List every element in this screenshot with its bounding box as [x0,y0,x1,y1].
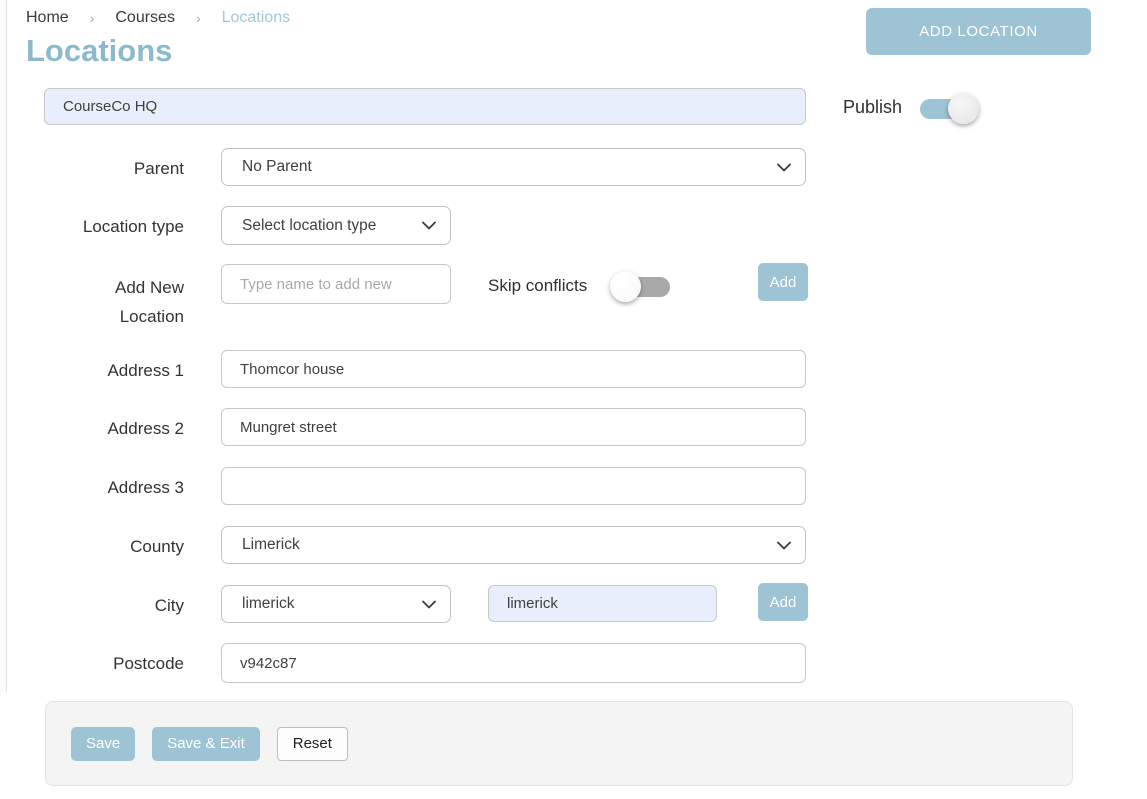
parent-select-value: No Parent [242,158,312,176]
location-type-label: Location type [0,217,184,237]
postcode-label: Postcode [0,654,184,674]
city-add-button[interactable]: Add [758,583,808,621]
parent-select[interactable]: No Parent [221,148,806,186]
chevron-right-icon: › [196,10,201,26]
page-title: Locations [26,33,172,69]
breadcrumb: Home › Courses › Locations [26,9,290,27]
publish-toggle[interactable] [920,99,974,119]
save-button[interactable]: Save [71,727,135,761]
address-1-label: Address 1 [0,361,184,381]
save-and-exit-button[interactable]: Save & Exit [152,727,260,761]
chevron-down-icon [422,600,436,609]
chevron-right-icon: › [90,10,95,26]
address-3-input[interactable] [221,467,806,505]
skip-conflicts-label: Skip conflicts [488,276,587,296]
breadcrumb-courses[interactable]: Courses [115,9,175,27]
reset-button[interactable]: Reset [277,727,348,761]
chevron-down-icon [777,541,791,550]
county-select-value: Limerick [242,536,300,554]
chevron-down-icon [777,163,791,172]
add-location-button[interactable]: ADD LOCATION [866,8,1091,55]
county-label: County [0,537,184,557]
location-type-select[interactable]: Select location type [221,206,451,245]
locations-page: Home › Courses › Locations Locations ADD… [0,0,1147,799]
publish-label: Publish [843,97,902,118]
chevron-down-icon [422,221,436,230]
skip-conflicts-toggle[interactable] [616,277,670,297]
location-name-input[interactable] [44,88,806,125]
breadcrumb-home[interactable]: Home [26,9,69,27]
add-new-location-input[interactable] [221,264,451,304]
address-2-input[interactable] [221,408,806,446]
postcode-input[interactable] [221,643,806,683]
city-select-value: limerick [242,595,295,613]
address-1-input[interactable] [221,350,806,388]
form-actions-footer: Save Save & Exit Reset [45,701,1073,786]
address-2-label: Address 2 [0,419,184,439]
city-new-input[interactable] [488,585,717,622]
address-3-label: Address 3 [0,478,184,498]
left-gutter-divider [0,0,7,692]
add-new-location-add-button[interactable]: Add [758,263,808,301]
add-new-location-label: Add New Location [74,273,184,331]
location-type-select-value: Select location type [242,217,376,235]
city-label: City [0,596,184,616]
parent-label: Parent [0,159,184,179]
toggle-knob [948,93,979,124]
city-select[interactable]: limerick [221,585,451,623]
breadcrumb-locations: Locations [222,9,291,27]
county-select[interactable]: Limerick [221,526,806,564]
toggle-knob [610,271,641,302]
